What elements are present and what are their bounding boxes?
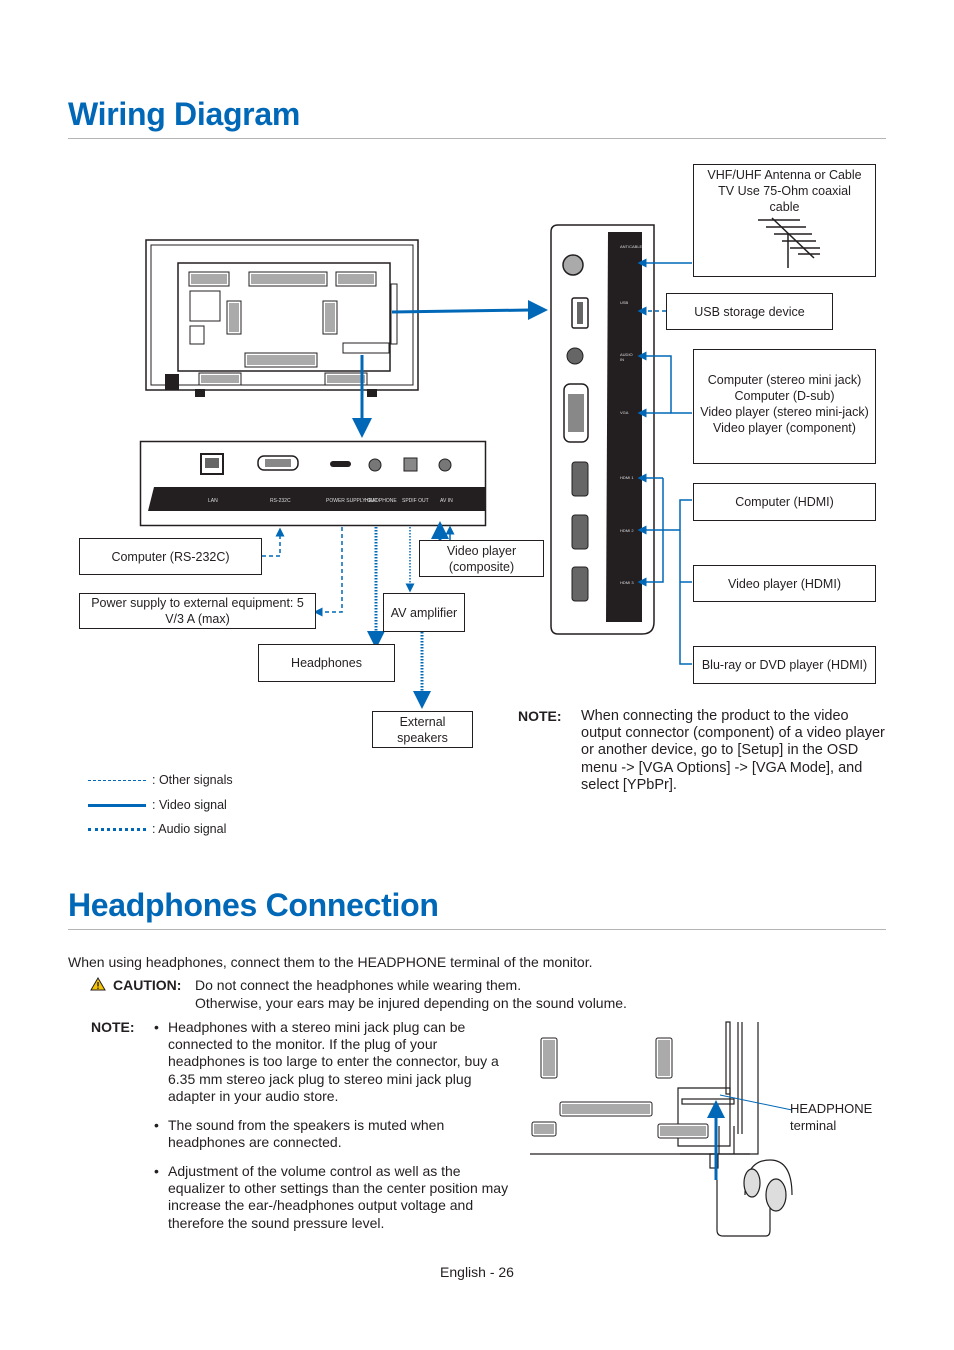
device-antenna-label: VHF/UHF Antenna or Cable TV Use 75-Ohm c… [707, 168, 862, 214]
note-bullet-3: • Adjustment of the volume control as we… [154, 1163, 518, 1232]
device-av-amplifier: AV amplifier [383, 593, 465, 632]
device-composite: Video player (composite) [419, 540, 544, 577]
big-arrow-right [391, 308, 531, 314]
section-title-headphones: Headphones Connection [68, 887, 439, 923]
legend-dashed-line [88, 779, 146, 781]
device-analog-1: Computer (stereo mini jack) [707, 373, 862, 387]
note-bullet-1: • Headphones with a stereo mini jack plu… [154, 1019, 513, 1105]
caution-label: CAUTION: [113, 977, 182, 993]
headphone-terminal-label: HEADPHONE terminal [790, 1100, 872, 1134]
note-bullet-1-text: Headphones with a stereo mini jack plug … [168, 1019, 499, 1104]
legend-dotted-line [88, 827, 146, 831]
device-power-supply: Power supply to external equipment: 5 V/… [79, 593, 316, 629]
note-bullet-2-text: The sound from the speakers is muted whe… [168, 1117, 445, 1151]
antenna-icon [758, 217, 820, 268]
device-speakers-label: External speakers [397, 714, 448, 745]
device-bluray-hdmi-label: Blu-ray or DVD player (HDMI) [701, 658, 868, 672]
device-rs232-label: Computer (RS-232C) [111, 549, 230, 564]
device-analog-group: Computer (stereo mini jack) Computer (D-… [693, 349, 876, 464]
device-video-hdmi-label: Video player (HDMI) [727, 576, 841, 591]
bullet-dot: • [154, 1163, 159, 1179]
note-bullet-2: • The sound from the speakers is muted w… [154, 1117, 498, 1151]
page-number: English - 26 [440, 1264, 514, 1280]
device-headphones: Headphones [258, 644, 395, 682]
bullet-dot: • [154, 1117, 159, 1133]
headphones-intro: When using headphones, connect them to t… [68, 954, 593, 970]
device-computer-hdmi: Computer (HDMI) [693, 483, 876, 521]
legend-video: : Video signal [88, 798, 227, 812]
device-usb: USB storage device [666, 293, 833, 330]
device-composite-label: Video player (composite) [446, 543, 517, 574]
device-power-supply-label: Power supply to external equipment: 5 V/… [91, 596, 304, 626]
legend-other-label: : Other signals [152, 773, 233, 787]
headphone-terminal-label-line1: HEADPHONE [790, 1101, 873, 1116]
device-analog-4: Video player (component) [713, 421, 856, 435]
device-computer-hdmi-label: Computer (HDMI) [735, 495, 834, 509]
warning-triangle-icon [90, 977, 106, 991]
headphone-terminal-illustration [530, 1021, 793, 1237]
legend-video-label: : Video signal [152, 798, 227, 812]
caution-line-2: Otherwise, your ears may be injured depe… [195, 995, 627, 1011]
legend-audio: : Audio signal [88, 822, 226, 836]
device-analog-3: Video player (stereo mini-jack) [700, 405, 869, 419]
legend-solid-line [88, 803, 146, 807]
device-video-hdmi: Video player (HDMI) [693, 565, 876, 602]
note-bullet-3-text: Adjustment of the volume control as well… [168, 1163, 509, 1231]
wiring-note-text: When connecting the product to the video… [581, 708, 885, 793]
device-headphones-label: Headphones [291, 656, 362, 670]
legend-audio-label: : Audio signal [152, 822, 227, 836]
headphones-icon [743, 1159, 793, 1212]
headphone-terminal-label-line2: terminal [790, 1118, 837, 1133]
bullet-dot: • [154, 1019, 159, 1035]
headphones-note-label: NOTE: [91, 1019, 135, 1035]
caution-line-1: Do not connect the headphones while wear… [195, 977, 522, 993]
legend-other: : Other signals [88, 773, 233, 787]
device-usb-label: USB storage device [694, 304, 805, 319]
device-av-amplifier-label: AV amplifier [390, 605, 458, 620]
device-speakers: External speakers [372, 711, 473, 748]
device-bluray-hdmi: Blu-ray or DVD player (HDMI) [693, 646, 876, 684]
device-analog-2: Computer (D-sub) [734, 389, 835, 403]
device-rs232: Computer (RS-232C) [79, 538, 262, 575]
wiring-note-label: NOTE: [518, 708, 562, 724]
title-divider-2 [68, 929, 886, 930]
